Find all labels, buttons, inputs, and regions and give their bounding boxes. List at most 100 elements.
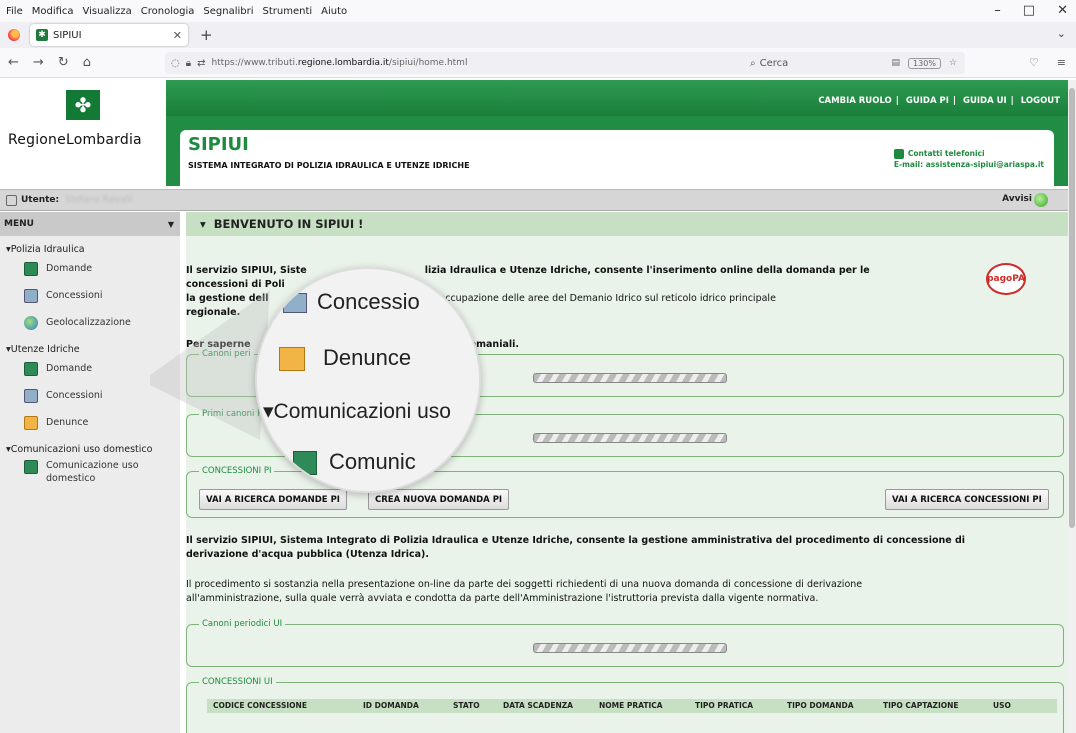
menu-visualizza[interactable]: Visualizza [83, 6, 132, 17]
menu-aiuto[interactable]: Aiuto [321, 6, 347, 17]
menu-cronologia[interactable]: Cronologia [141, 6, 195, 17]
top-links: CAMBIA RUOLO | GUIDA PI | GUIDA UI | LOGOUT [818, 96, 1060, 106]
maximize-icon[interactable]: □ [1023, 3, 1035, 18]
browser-menubar: File Modifica Visualizza Cronologia Segn… [0, 0, 1076, 22]
box-legend: CONCESSIONI UI [202, 677, 273, 687]
search-icon: ⌕ [750, 57, 756, 69]
sidebar-item-ui-domande[interactable]: Domande [0, 355, 180, 382]
home-icon[interactable]: ⌂ [83, 55, 91, 70]
tab-close-icon[interactable]: ✕ [173, 29, 182, 42]
box-legend: Canoni peri [202, 349, 251, 359]
sidebar-item-label: Geolocalizzazione [46, 317, 131, 328]
box-concessioni-ui: CONCESSIONI UI CODICE CONCESSIONE ID DOM… [186, 677, 1064, 733]
crea-nuova-domanda-pi-button[interactable]: CREA NUOVA DOMANDA PI [368, 489, 510, 510]
menu-segnalibri[interactable]: Segnalibri [203, 6, 253, 17]
loading-bar [533, 373, 727, 383]
welcome-heading: ▾ BENVENUTO IN SIPIUI ! [186, 212, 1068, 236]
link-cambia-ruolo[interactable]: CAMBIA RUOLO [818, 96, 891, 106]
vai-ricerca-domande-pi-button[interactable]: VAI A RICERCA DOMANDE PI [199, 489, 347, 510]
new-tab-icon[interactable]: + [200, 26, 213, 44]
sidebar-item-comunicazione-uso-domestico[interactable]: Comunicazione uso domestico [0, 455, 180, 489]
url-bar[interactable]: ◌ 🔒︎ ⇄ https://www.tributi.regione.lomba… [165, 52, 965, 74]
col-tipo-domanda[interactable]: TIPO DOMANDA [781, 699, 877, 713]
pocket-icon[interactable]: ♡ [1029, 56, 1039, 69]
menu-header[interactable]: MENU ▼ [0, 212, 180, 236]
user-name: Stefano Ravalli [65, 195, 133, 205]
regione-logo-mark-icon: ✤ [66, 90, 100, 120]
ui-paragraph-2: Il procedimento si sostanzia nella prese… [186, 579, 863, 604]
contact-info: Contatti telefonici E-mail: assistenza-s… [893, 148, 1044, 170]
browser-tab[interactable]: ✱ SIPIUI ✕ [30, 24, 188, 46]
minimize-icon[interactable]: – [994, 3, 1001, 18]
back-icon[interactable]: ← [8, 55, 19, 70]
col-data-scadenza[interactable]: DATA SCADENZA [497, 699, 593, 713]
sidebar-item-label: Domande [46, 363, 93, 374]
link-guida-ui[interactable]: GUIDA UI [963, 96, 1007, 106]
col-stato[interactable]: STATO [447, 699, 497, 713]
search-field[interactable]: ⌕ Cerca [750, 58, 788, 69]
permissions-icon: ⇄ [197, 57, 206, 69]
link-logout[interactable]: LOGOUT [1021, 96, 1060, 106]
forward-icon[interactable]: → [33, 55, 44, 70]
box-legend: Primi canoni PI [202, 409, 265, 419]
col-uso[interactable]: USO [987, 699, 1027, 713]
loading-bar [533, 643, 727, 653]
logo-text: RegioneLombardia [8, 132, 142, 148]
reload-icon[interactable]: ↻ [58, 55, 69, 70]
tab-list-chevron-icon[interactable]: ⌄ [1057, 27, 1066, 40]
sidebar-item-pi-concessioni[interactable]: Concessioni [0, 282, 180, 309]
browser-tabbar: ✱ SIPIUI ✕ + ⌄ [0, 22, 1076, 48]
col-codice-concessione[interactable]: CODICE CONCESSIONE [207, 699, 357, 713]
menu-collapse-icon[interactable]: ▼ [168, 220, 174, 229]
domande-icon [24, 361, 38, 376]
menu-file[interactable]: File [6, 6, 23, 17]
lock-icon: 🔒︎ [185, 57, 192, 69]
group-utenze-idriche[interactable]: ▾Utenze Idriche [0, 344, 180, 355]
url-actions: ▤ 130% ☆ [892, 57, 957, 69]
user-label: Utente: [21, 195, 60, 205]
col-tipo-captazione[interactable]: TIPO CAPTAZIONE [877, 699, 987, 713]
pagopa-logo[interactable]: pagoPA [986, 263, 1026, 295]
shield-icon: ◌ [171, 57, 180, 69]
regione-logo[interactable]: ✤ RegioneLombardia [0, 80, 166, 184]
concessioni-icon [24, 288, 38, 303]
magnifier-lens: Concessio Denunce ▾Comunicazioni uso Com… [255, 267, 481, 493]
magnified-row-3: ▾Comunicazioni uso [263, 400, 451, 423]
avvisi-status-icon[interactable] [1034, 193, 1048, 207]
concessioni-icon [24, 388, 38, 403]
col-nome-pratica[interactable]: NOME PRATICA [593, 699, 689, 713]
group-polizia-idraulica[interactable]: ▾Polizia Idraulica [0, 244, 180, 255]
url-text: https://www.tributi.regione.lombardia.it… [211, 58, 468, 68]
col-tipo-pratica[interactable]: TIPO PRATICA [689, 699, 781, 713]
avvisi-label[interactable]: Avvisi [1002, 194, 1032, 204]
web-page: CAMBIA RUOLO | GUIDA PI | GUIDA UI | LOGOUT… [0, 80, 1068, 733]
menu-modifica[interactable]: Modifica [32, 6, 74, 17]
search-placeholder: Cerca [759, 57, 789, 69]
magnified-row-4: Comunic [293, 449, 416, 476]
reader-view-icon[interactable]: ▤ [892, 58, 901, 68]
link-guida-pi[interactable]: GUIDA PI [906, 96, 949, 106]
domande-icon [24, 261, 38, 276]
hamburger-menu-icon[interactable]: ≡ [1057, 56, 1066, 69]
denunce-icon [24, 415, 38, 430]
sidebar-item-ui-concessioni[interactable]: Concessioni [0, 382, 180, 409]
sidebar-item-pi-domande[interactable]: Domande [0, 255, 180, 282]
page-scrollbar[interactable] [1068, 80, 1076, 733]
sidebar-item-geolocalizzazione[interactable]: Geolocalizzazione [0, 309, 180, 336]
box-canoni-periodici-ui: Canoni periodici UI [186, 619, 1064, 667]
site-favicon-icon: ✱ [36, 29, 48, 41]
contact-title[interactable]: Contatti telefonici [908, 149, 985, 158]
contact-email[interactable]: E-mail: assistenza-sipiui@ariaspa.it [894, 159, 1044, 170]
bookmark-star-icon[interactable]: ☆ [949, 58, 957, 68]
menu-strumenti[interactable]: Strumenti [263, 6, 313, 17]
sidebar: MENU ▼ ▾Polizia Idraulica Domande Conces… [0, 212, 180, 733]
col-id-domanda[interactable]: ID DOMANDA [357, 699, 447, 713]
vai-ricerca-concessioni-pi-button[interactable]: VAI A RICERCA CONCESSIONI PI [885, 489, 1049, 510]
zoom-level[interactable]: 130% [908, 57, 941, 69]
sidebar-item-denunce[interactable]: Denunce [0, 409, 180, 436]
globe-icon [24, 315, 38, 330]
close-window-icon[interactable]: ✕ [1057, 3, 1068, 18]
magnified-row-2: Denunce [279, 345, 411, 372]
group-comunicazioni[interactable]: ▾Comunicazioni uso domestico [0, 444, 180, 455]
scrollbar-thumb[interactable] [1069, 88, 1075, 528]
